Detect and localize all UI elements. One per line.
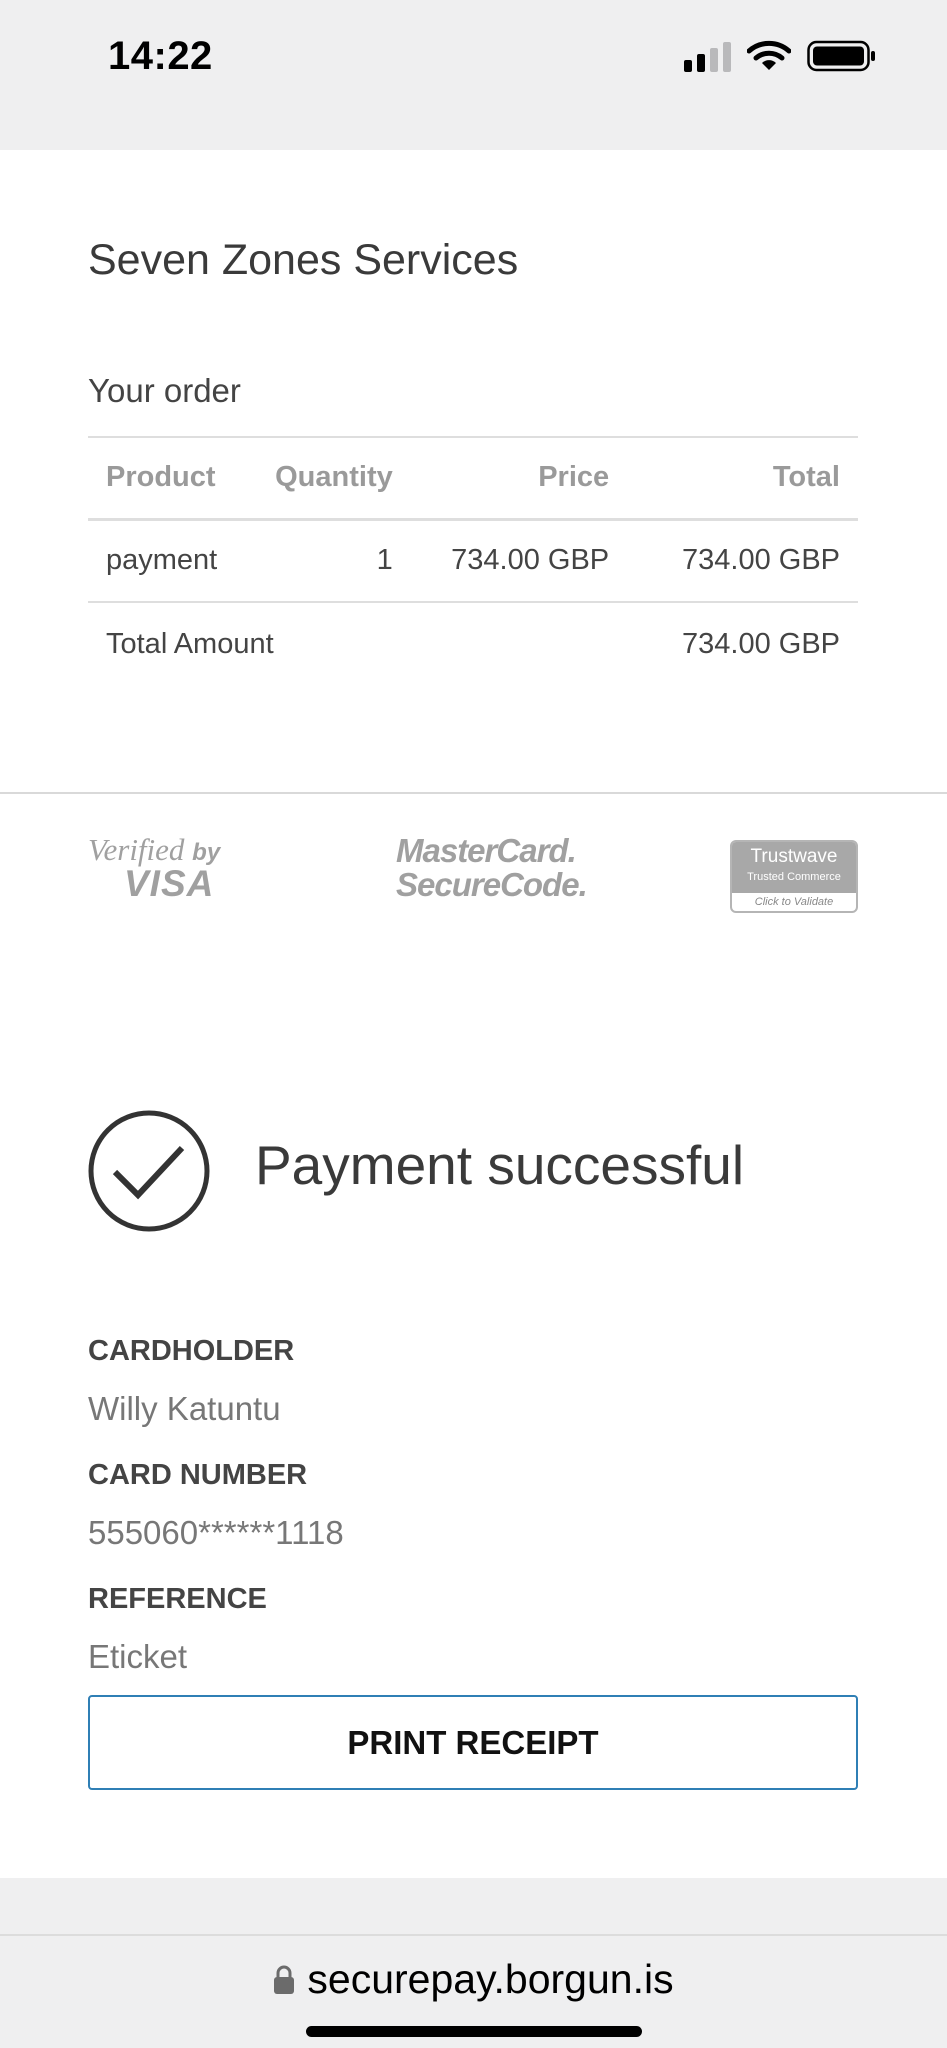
cardholder-value: Willy Katuntu [88, 1390, 281, 1427]
divider [0, 792, 947, 794]
status-bar: 14:22 [0, 0, 947, 150]
table-row: payment 1 734.00 GBP 734.00 GBP [88, 519, 858, 603]
item-price: 734.00 GBP [410, 519, 628, 603]
order-table: Product Quantity Price Total payment 1 7… [88, 436, 858, 685]
item-product: payment [88, 519, 258, 603]
item-total: 734.00 GBP [627, 519, 858, 603]
click-to-validate-link[interactable]: Click to Validate [732, 893, 856, 911]
cellular-signal-icon [684, 40, 731, 72]
status-icons [684, 40, 877, 72]
mastercard-securecode-logo: MasterCard. SecureCode. [396, 832, 588, 903]
url-bar[interactable]: securepay.borgun.is [0, 1956, 947, 2003]
browser-address-bar[interactable]: securepay.borgun.is [0, 1934, 947, 2048]
print-receipt-button[interactable]: PRINT RECEIPT [88, 1695, 858, 1790]
table-header-row: Product Quantity Price Total [88, 436, 858, 521]
home-indicator[interactable] [306, 2026, 642, 2037]
order-title: Your order [88, 372, 241, 409]
status-time: 14:22 [108, 34, 213, 78]
total-amount-label: Total Amount [106, 627, 274, 660]
trustwave-badge[interactable]: Trustwave Trusted Commerce Click to Vali… [730, 840, 858, 913]
battery-icon [807, 40, 875, 72]
payment-status-message: Payment successful [255, 1134, 745, 1196]
card-number-value: 555060******1118 [88, 1514, 344, 1551]
total-row: Total Amount 734.00 GBP [88, 602, 858, 685]
checkmark-circle-icon [88, 1110, 210, 1232]
reference-label: REFERENCE [88, 1583, 267, 1615]
lock-icon [274, 1965, 295, 1994]
column-header-product: Product [88, 436, 258, 521]
item-quantity: 1 [257, 519, 411, 603]
payment-page: Seven Zones Services Your order Product … [0, 150, 947, 1878]
column-header-price: Price [410, 436, 628, 521]
reference-value: Eticket [88, 1638, 188, 1675]
column-header-total: Total [627, 436, 858, 521]
verified-by-visa-logo: Verified by VISA [88, 832, 221, 904]
merchant-name: Seven Zones Services [88, 236, 519, 284]
wifi-icon [747, 40, 791, 70]
card-number-label: CARD NUMBER [88, 1459, 308, 1491]
total-amount-value: 734.00 GBP [682, 627, 840, 660]
url-text: securepay.borgun.is [307, 1956, 674, 2002]
cardholder-label: CARDHOLDER [88, 1335, 295, 1367]
column-header-quantity: Quantity [257, 436, 411, 521]
